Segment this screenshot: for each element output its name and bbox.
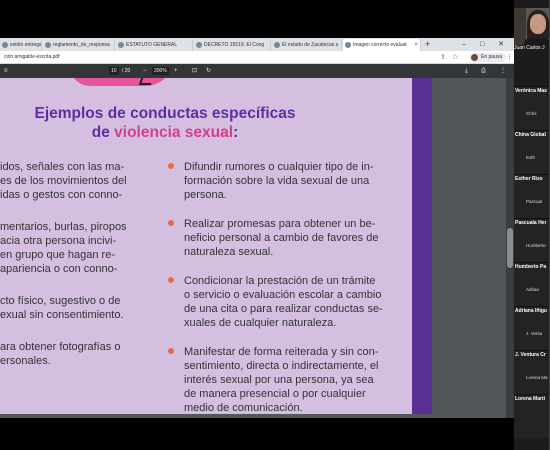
print-icon[interactable]: ⎙	[481, 64, 486, 78]
participant-tile[interactable]: Pascuala Her Humberto	[514, 218, 550, 262]
participant-tile[interactable]: China Global Esth	[514, 130, 550, 174]
participant-name: China Global	[515, 132, 546, 138]
pdf-toolbar: ≡ 10 / 20 − 200% + ⊡ ↻ ⤓ ⎙ ⋮	[0, 64, 514, 78]
list-item-text: Realizar promesas para obtener un be- ne…	[184, 218, 379, 258]
list-item-text: Difundir rumores o cualquier tipo de in-…	[184, 161, 374, 201]
left-column: idos, señales con las ma- es de los movi…	[0, 160, 140, 386]
tab-favicon-icon	[118, 42, 124, 48]
rotate-icon[interactable]: ↻	[206, 64, 211, 78]
list-item-text: Manifestar de forma reiterada y sin con-…	[184, 346, 379, 414]
page-title: Ejemplos de conductas específicas de vio…	[34, 105, 296, 141]
browser-tab[interactable]: reglamento_de_responsa	[43, 39, 115, 51]
page-number-input[interactable]: 10	[109, 67, 119, 75]
right-column: Difundir rumores o cualquier tipo de in-…	[165, 160, 402, 414]
bullet-dot-icon	[168, 277, 174, 283]
participant-subname: Lorena Ma	[526, 375, 548, 380]
list-item: Manifestar de forma reiterada y sin con-…	[165, 345, 402, 414]
participant-subname: J. Ventu	[526, 331, 543, 336]
shared-screen: estión entrega reglamento_de_responsa ES…	[0, 38, 514, 418]
browser-tab-bar: estión entrega reglamento_de_responsa ES…	[0, 38, 514, 51]
zoom-out-button[interactable]: −	[143, 64, 147, 78]
tab-favicon-icon	[2, 42, 8, 48]
pdf-menu-icon[interactable]: ≡	[4, 64, 8, 78]
participant-tile[interactable]: J. Ventura Cr Lorena Ma	[514, 350, 550, 394]
participant-subname: Humberto	[526, 243, 546, 248]
decorative-arrow-icon	[138, 78, 154, 85]
page-total: / 20	[122, 68, 131, 74]
participant-name: Verónica Mas	[515, 88, 547, 94]
tab-favicon-icon	[45, 42, 51, 48]
url-field[interactable]: ción amigable-escrita.pdf	[0, 52, 60, 63]
scrollbar-thumb[interactable]	[507, 228, 513, 268]
participant-tile[interactable]: Lorena Martí	[514, 394, 550, 438]
zoom-in-button[interactable]: +	[174, 64, 178, 78]
participant-subname: Pascual	[526, 199, 543, 204]
participant-tile[interactable]: Esther Rizo Pascual	[514, 174, 550, 218]
browser-menu-icon[interactable]: ⋮	[506, 52, 513, 63]
participant-tile[interactable]: Verónica Mas Chris	[514, 86, 550, 130]
participant-name: Pascuala Her	[515, 220, 547, 226]
tab-favicon-icon	[345, 42, 351, 48]
participant-subname: Esth	[526, 155, 536, 160]
profile-pause-chip[interactable]: En pausa	[470, 53, 507, 62]
tab-favicon-icon	[274, 42, 280, 48]
participant-subname: Chris	[526, 111, 537, 116]
participant-name: Humberto Pa	[515, 264, 547, 270]
bullet-dot-icon	[168, 163, 174, 169]
list-item: Realizar promesas para obtener un be- ne…	[165, 217, 402, 259]
browser-tab[interactable]: El estado de Zacatecas s	[272, 39, 342, 51]
star-icon[interactable]: ☆	[452, 52, 458, 63]
participant-tile[interactable]: Humberto Pa Adrian	[514, 262, 550, 306]
pdf-page: Ejemplos de conductas específicas de vio…	[0, 78, 432, 414]
browser-tab-active[interactable]: Imagen correcto evaluat ×	[343, 39, 421, 51]
more-options-icon[interactable]: ⋮	[500, 64, 506, 78]
window-controls[interactable]: – □ ✕	[462, 38, 510, 51]
decorative-pink-shape	[70, 78, 175, 86]
participant-name: Adriana Iñigu	[515, 308, 547, 314]
address-bar: ción amigable-escrita.pdf ⇪ ☆ En pausa ⋮	[0, 51, 514, 64]
featured-participant-name: Juan Carlos J	[514, 45, 550, 51]
participant-name: Esther Rizo	[515, 176, 543, 182]
left-item-text: mentarios, burlas, piropos acia otra per…	[0, 221, 127, 275]
bullet-dot-icon	[168, 220, 174, 226]
zoom-input[interactable]: 200%	[152, 67, 169, 75]
new-tab-button[interactable]: +	[425, 38, 430, 51]
bullet-dot-icon	[168, 348, 174, 354]
participant-panel: Juan Carlos J Verónica Mas Chris China Glo…	[514, 0, 550, 450]
close-tab-icon[interactable]: ×	[414, 39, 418, 51]
list-item: Difundir rumores o cualquier tipo de in-…	[165, 160, 402, 202]
list-item: Condicionar la prestación de un trámite …	[165, 274, 402, 330]
fit-page-icon[interactable]: ⊡	[192, 64, 197, 78]
left-item-text: cto físico, sugestivo o de exual sin con…	[0, 295, 124, 321]
browser-tab[interactable]: DECRETO 15519. El Cong	[194, 39, 271, 51]
left-item-text: ara obtener fotografías o ersonales.	[0, 341, 121, 367]
download-icon[interactable]: ⤓	[465, 64, 468, 78]
browser-tab[interactable]: estión entrega	[0, 39, 42, 51]
participant-tile[interactable]: Adriana Iñigu J. Ventu	[514, 306, 550, 350]
list-item-text: Condicionar la prestación de un trámite …	[184, 275, 383, 329]
participant-name: Lorena Martí	[515, 396, 546, 402]
avatar	[471, 54, 478, 61]
share-icon[interactable]: ⇪	[440, 52, 446, 63]
pdf-viewport[interactable]: Ejemplos de conductas específicas de vio…	[0, 78, 514, 418]
pdf-scrollbar[interactable]	[506, 78, 514, 418]
browser-tab[interactable]: ESTATUTO GENERAL	[116, 39, 193, 51]
participant-name: J. Ventura Cr	[515, 352, 546, 358]
left-item-text: idos, señales con las ma- es de los movi…	[0, 161, 127, 201]
featured-participant-video[interactable]	[514, 8, 550, 48]
tab-favicon-icon	[196, 42, 202, 48]
decorative-violet-stripe	[412, 78, 432, 414]
participant-subname: Adrian	[526, 287, 540, 292]
